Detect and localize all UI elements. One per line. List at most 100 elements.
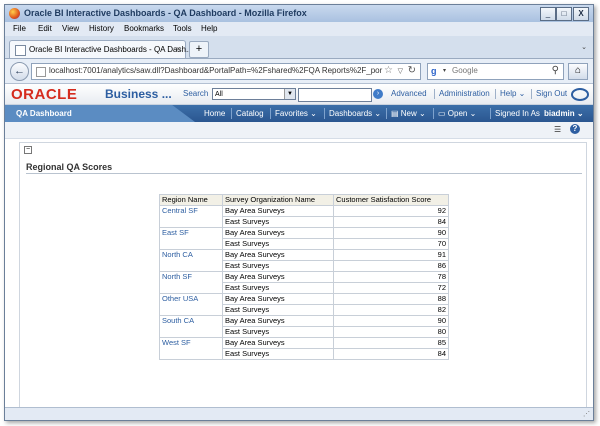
obi-header: ORACLE Business ... Search All ▼ › Advan… [5, 84, 593, 105]
new-menu-label: New ⌄ [400, 109, 426, 118]
search-label: Search [183, 89, 209, 98]
score-cell: 82 [333, 304, 449, 316]
survey-org-cell: East Surveys [222, 216, 334, 228]
menu-bookmarks[interactable]: Bookmarks [124, 24, 164, 33]
new-document-icon: ▤ [391, 109, 401, 118]
url-text[interactable]: localhost:7001/analytics/saw.dll?Dashboa… [49, 66, 382, 75]
survey-org-cell: Bay Area Surveys [222, 205, 334, 217]
header-divider [531, 89, 532, 99]
search-go-icon[interactable]: › [373, 89, 383, 99]
dashboards-menu[interactable]: Dashboards ⌄ [329, 109, 381, 118]
survey-org-cell: Bay Area Surveys [222, 293, 334, 305]
bar-divider [270, 108, 271, 119]
bar-divider [231, 108, 232, 119]
table-row: Other USA Bay Area Surveys 88 [159, 293, 449, 316]
list-tabs-icon[interactable]: ⌄ [581, 43, 587, 51]
search-placeholder[interactable]: Google [452, 66, 478, 75]
region-name-cell[interactable]: North CA [159, 249, 223, 272]
tab-qa-dashboard[interactable]: QA Dashboard [5, 105, 195, 122]
region-name-cell[interactable]: Other USA [159, 293, 223, 316]
score-cell: 78 [333, 271, 449, 283]
table-row: North SF Bay Area Surveys 78 [159, 271, 449, 294]
search-scope-select[interactable]: All ▼ [212, 88, 296, 100]
menu-view[interactable]: View [62, 24, 79, 33]
back-arrow-icon[interactable]: ← [10, 62, 29, 81]
administration-link[interactable]: Administration [439, 89, 490, 98]
score-cell: 80 [333, 326, 449, 338]
minimize-button[interactable]: _ [540, 7, 556, 21]
menu-edit[interactable]: Edit [38, 24, 52, 33]
menu-tools[interactable]: Tools [173, 24, 192, 33]
score-cell: 91 [333, 249, 449, 261]
page-options-bar: ☰ ? [5, 122, 593, 139]
advanced-link[interactable]: Advanced [391, 89, 427, 98]
region-name-cell[interactable]: South CA [159, 315, 223, 338]
firefox-logo-icon [9, 8, 20, 19]
region-name-cell[interactable]: West SF [159, 337, 223, 360]
bookmark-star-icon[interactable]: ☆ [384, 65, 393, 76]
tab-strip: Oracle BI Interactive Dashboards - QA Da… [5, 36, 593, 59]
tab-close-icon[interactable]: × [176, 44, 181, 54]
score-cell: 85 [333, 337, 449, 349]
region-name-cell[interactable]: North SF [159, 271, 223, 294]
resize-grip-icon[interactable]: ⋰ [583, 410, 590, 418]
open-menu[interactable]: ▭ Open ⌄ [438, 109, 476, 118]
url-bar[interactable]: localhost:7001/analytics/saw.dll?Dashboa… [31, 63, 421, 80]
menu-help[interactable]: Help [201, 24, 217, 33]
score-cell: 90 [333, 227, 449, 239]
page-favicon-icon [15, 45, 26, 56]
page-identity-icon[interactable] [36, 67, 46, 77]
survey-org-cell: East Surveys [222, 348, 334, 360]
search-engine-dropdown-icon[interactable]: ▾ [443, 67, 446, 74]
collapse-icon[interactable]: − [24, 146, 32, 154]
bar-divider [386, 108, 387, 119]
url-dropdown-icon[interactable]: ▽ [398, 67, 403, 75]
product-name: Business ... [105, 87, 172, 101]
report-section: − Regional QA Scores Region Name Survey … [19, 142, 587, 416]
region-name-cell[interactable]: Central SF [159, 205, 223, 228]
navigation-bar: ← localhost:7001/analytics/saw.dll?Dashb… [5, 59, 593, 84]
region-name-cell[interactable]: East SF [159, 227, 223, 250]
column-header-score[interactable]: Customer Satisfaction Score [333, 194, 449, 206]
window-title: Oracle BI Interactive Dashboards - QA Da… [24, 8, 307, 18]
oracle-oval-icon [571, 88, 589, 101]
column-header-region[interactable]: Region Name [159, 194, 223, 206]
favorites-menu[interactable]: Favorites ⌄ [275, 109, 317, 118]
survey-org-cell: Bay Area Surveys [222, 337, 334, 349]
search-engine-box[interactable]: g ▾ Google ⚲ [427, 63, 564, 80]
menu-history[interactable]: History [89, 24, 114, 33]
sign-out-link[interactable]: Sign Out [536, 89, 567, 98]
new-menu[interactable]: ▤ New ⌄ [391, 109, 426, 118]
magnifier-icon[interactable]: ⚲ [552, 65, 559, 76]
score-cell: 70 [333, 238, 449, 250]
survey-org-cell: Bay Area Surveys [222, 249, 334, 261]
folder-icon: ▭ [438, 109, 448, 118]
catalog-link[interactable]: Catalog [236, 109, 264, 118]
close-window-button[interactable]: X [573, 7, 589, 21]
maximize-button[interactable]: □ [556, 7, 572, 21]
home-link[interactable]: Home [204, 109, 225, 118]
help-menu[interactable]: Help ⌄ [500, 89, 525, 98]
score-cell: 84 [333, 348, 449, 360]
reload-icon[interactable]: ↻ [408, 65, 416, 76]
table-row: East SF Bay Area Surveys 90 [159, 227, 449, 250]
signed-in-label: Signed In As [495, 109, 540, 118]
menu-file[interactable]: File [13, 24, 26, 33]
survey-org-cell: East Surveys [222, 238, 334, 250]
chevron-down-icon[interactable]: ▼ [284, 89, 295, 99]
google-icon[interactable]: g [431, 66, 441, 76]
user-menu[interactable]: biadmin ⌄ [544, 109, 584, 118]
score-cell: 90 [333, 315, 449, 327]
survey-org-cell: East Surveys [222, 282, 334, 294]
survey-org-cell: East Surveys [222, 304, 334, 316]
browser-tab[interactable]: Oracle BI Interactive Dashboards - QA Da… [9, 40, 193, 58]
page-options-icon[interactable]: ☰ [554, 125, 561, 134]
help-icon[interactable]: ? [570, 124, 580, 134]
bar-divider [433, 108, 434, 119]
obi-search-input[interactable] [298, 88, 372, 102]
new-tab-button[interactable]: + [189, 41, 209, 58]
home-icon[interactable]: ⌂ [568, 63, 588, 80]
dashboard-tab-label: QA Dashboard [16, 109, 72, 118]
survey-org-cell: Bay Area Surveys [222, 227, 334, 239]
column-header-survey-org[interactable]: Survey Organization Name [222, 194, 334, 206]
